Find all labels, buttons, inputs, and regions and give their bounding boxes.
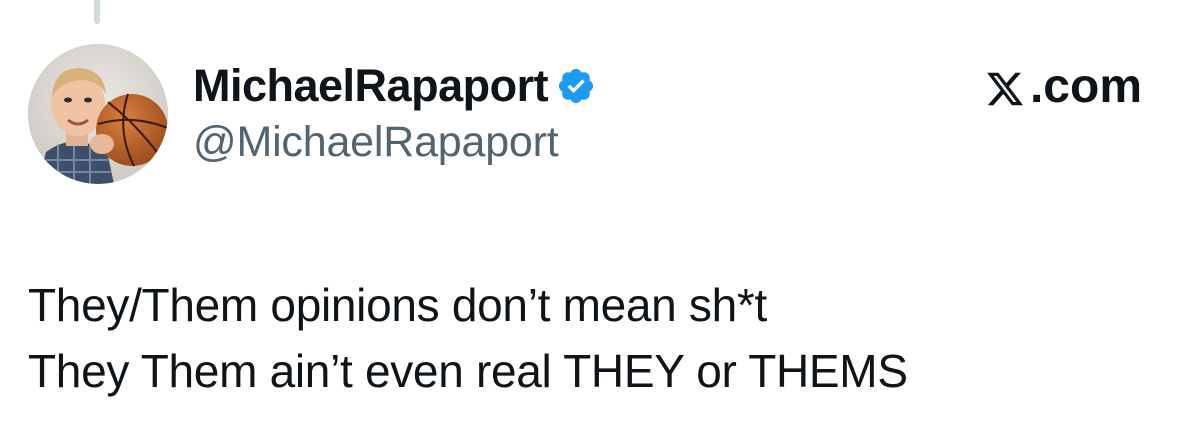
tweet-text-line: They/Them opinions don’t mean sh*t bbox=[28, 279, 767, 331]
brand-domain-label: .com bbox=[1029, 59, 1142, 113]
tweet-text: They/Them opinions don’t mean sh*t They … bbox=[28, 272, 1178, 404]
x-logo-icon bbox=[984, 66, 1026, 106]
verified-badge-icon bbox=[556, 66, 596, 106]
author-name-row: MichaelRapaport bbox=[193, 58, 596, 114]
thread-connector-line bbox=[94, 0, 100, 24]
avatar[interactable] bbox=[28, 44, 168, 184]
tweet-text-line: They Them ain’t even real THEY or THEMS bbox=[28, 345, 908, 397]
avatar-image bbox=[28, 44, 168, 184]
x-brand: .com bbox=[984, 58, 1142, 114]
author-handle[interactable]: @MichaelRapaport bbox=[193, 118, 559, 167]
author-display-name[interactable]: MichaelRapaport bbox=[193, 60, 549, 112]
